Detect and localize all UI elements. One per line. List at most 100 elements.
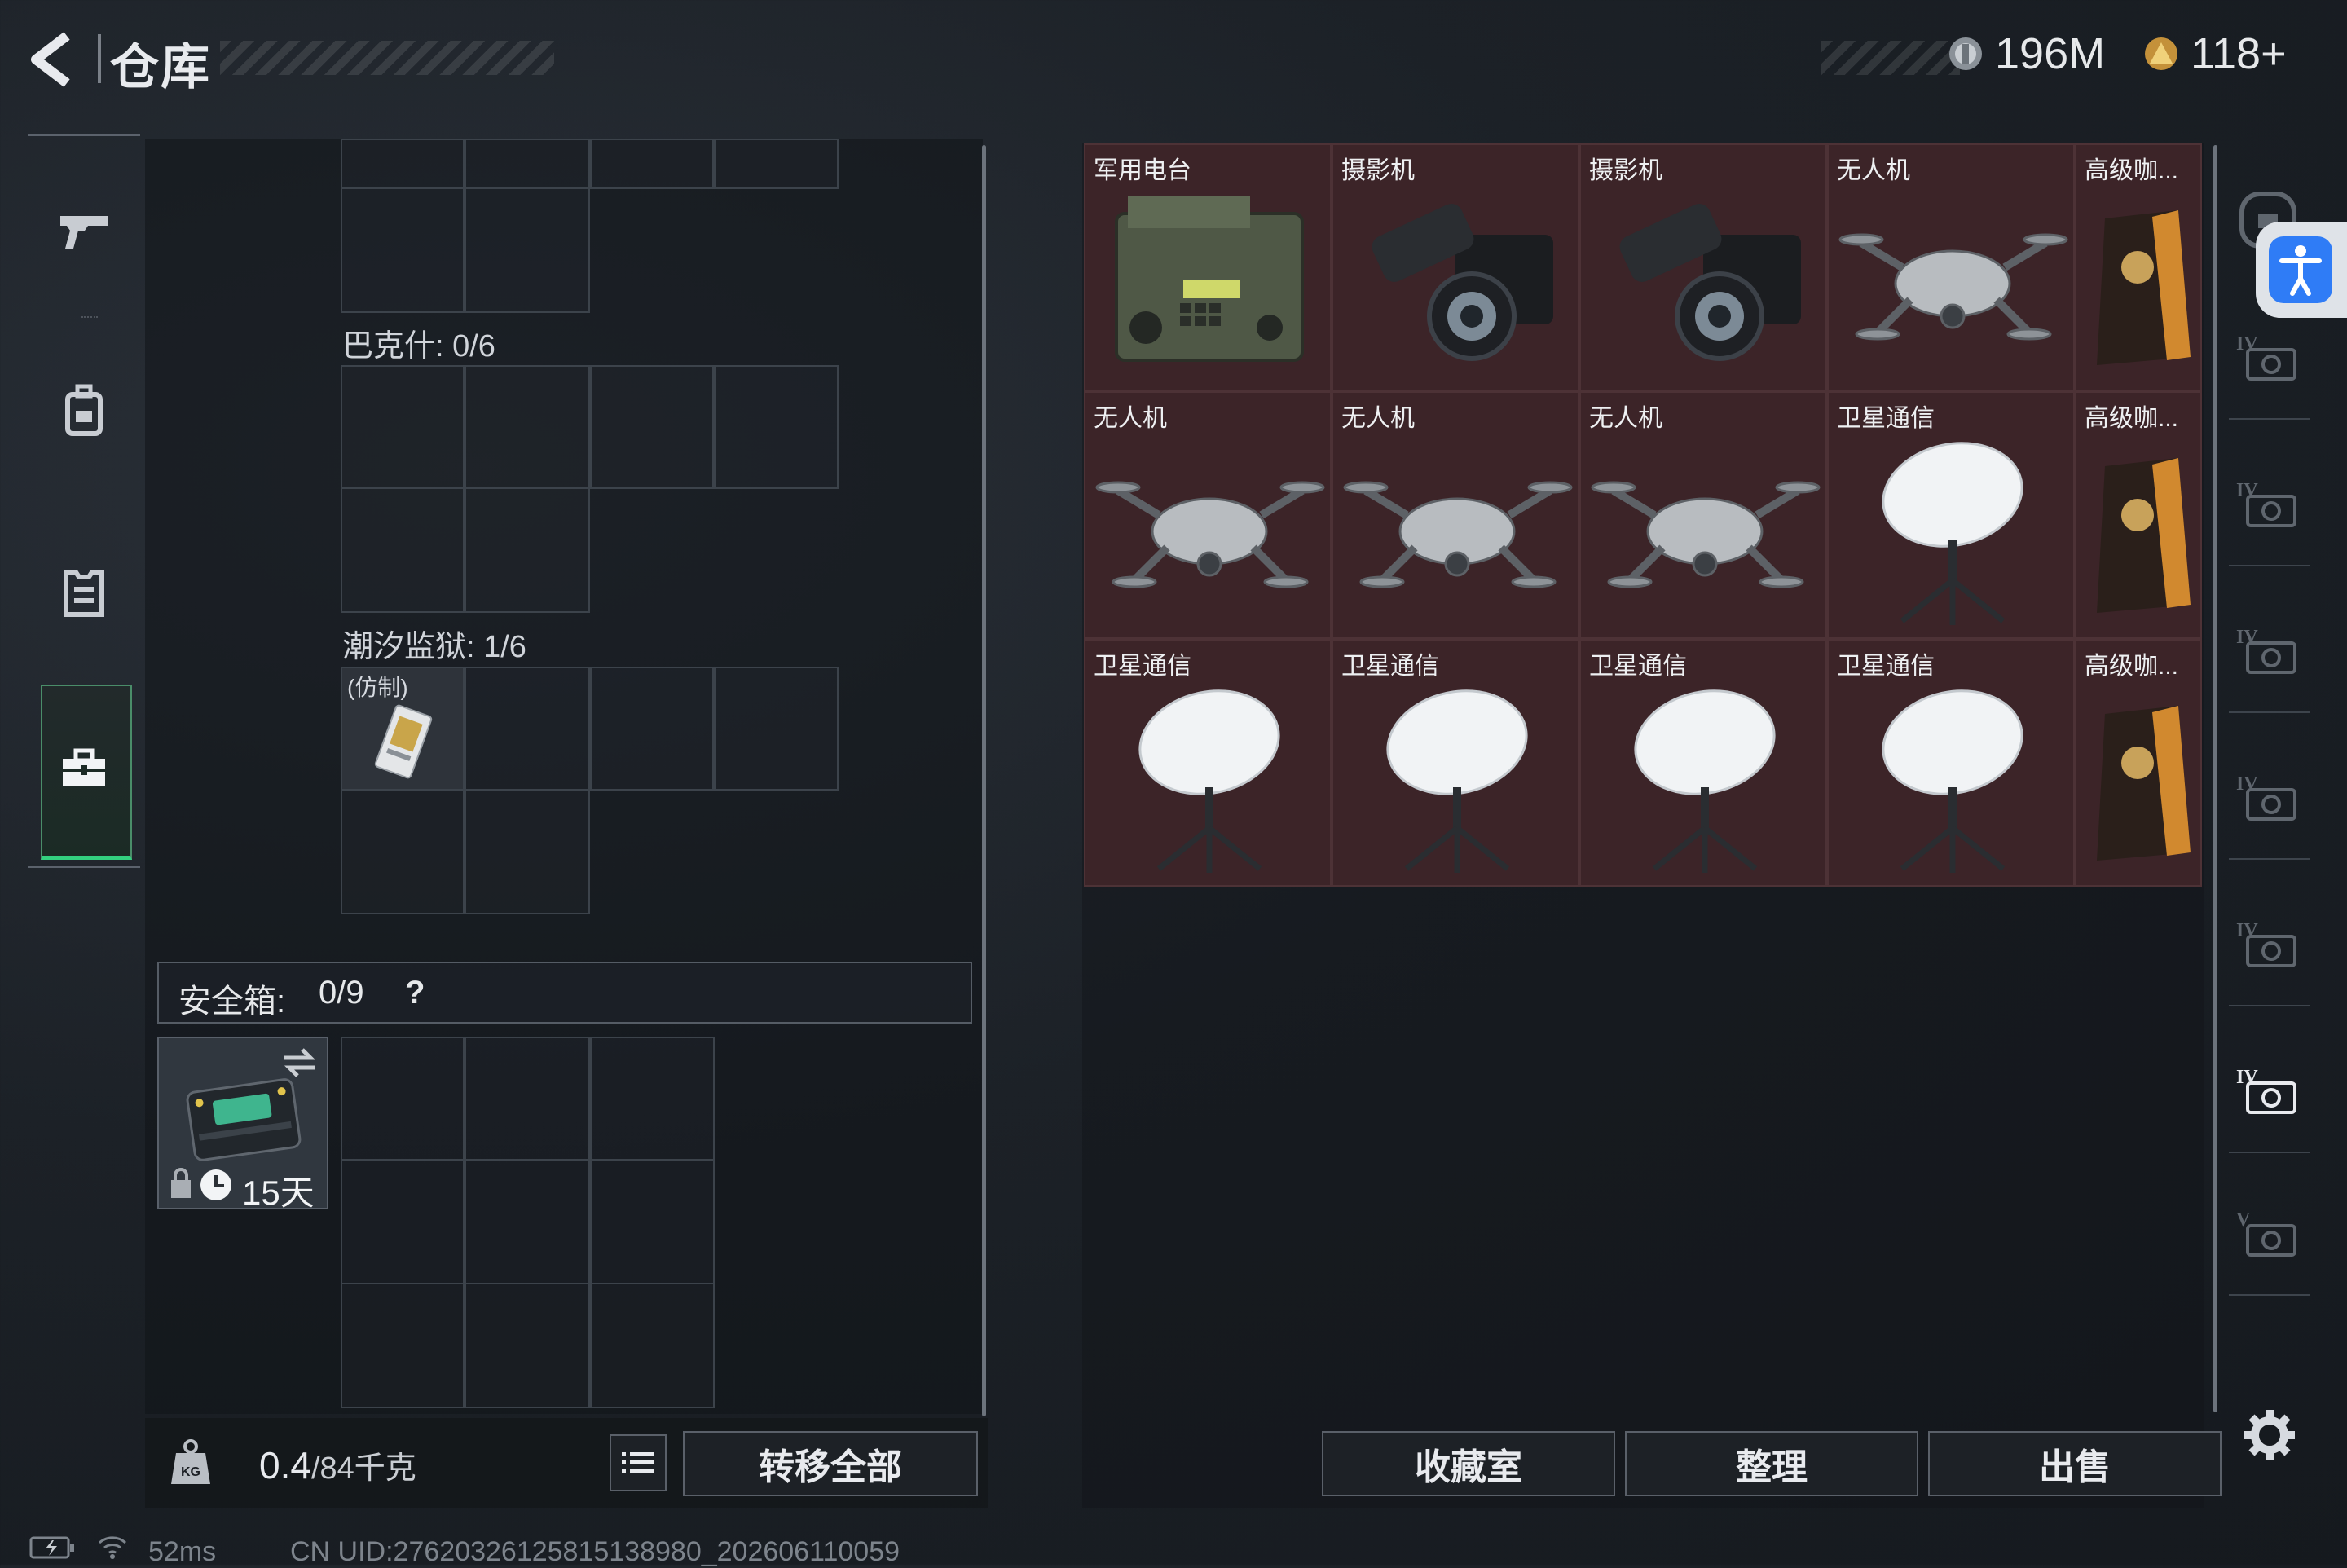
nav-weapon-tab[interactable] bbox=[49, 196, 119, 266]
grid-slot[interactable] bbox=[590, 139, 714, 189]
item-name: 高级咖... bbox=[2085, 653, 2179, 680]
title-hatch-decoration bbox=[220, 41, 554, 75]
left-scrollbar[interactable] bbox=[982, 145, 986, 1416]
item-name: 无人机 bbox=[1837, 157, 1910, 184]
item-name: 摄影机 bbox=[1589, 157, 1662, 184]
transfer-all-button[interactable]: 转移全部 bbox=[683, 1431, 978, 1496]
weight-value: 0.4 bbox=[259, 1444, 311, 1487]
list-view-button[interactable] bbox=[610, 1434, 667, 1491]
rack-icon: IV bbox=[2236, 627, 2296, 674]
side-tab-divider bbox=[2229, 1152, 2310, 1153]
item-name: 卫星通信 bbox=[1094, 653, 1191, 680]
item-name: 无人机 bbox=[1589, 405, 1662, 432]
grid-slot[interactable] bbox=[341, 187, 465, 313]
grid-slot[interactable] bbox=[714, 139, 839, 189]
item-name: 摄影机 bbox=[1341, 157, 1415, 184]
side-tab[interactable]: V bbox=[2233, 1206, 2303, 1263]
inventory-item[interactable]: 卫星通信 bbox=[1332, 639, 1579, 887]
rack-icon: IV bbox=[2236, 480, 2296, 527]
keycard-icon bbox=[374, 704, 433, 779]
safe-slot[interactable] bbox=[590, 1037, 715, 1161]
inventory-item[interactable]: 摄影机 bbox=[1579, 143, 1827, 391]
sell-button[interactable]: 出售 bbox=[1928, 1431, 2222, 1496]
svg-text:KG: KG bbox=[181, 1465, 200, 1479]
grid-slot[interactable] bbox=[714, 667, 839, 791]
right-scrollbar[interactable] bbox=[2213, 145, 2217, 1412]
gold-coin-icon bbox=[2145, 37, 2177, 70]
title-divider bbox=[98, 34, 101, 83]
grid-slot[interactable] bbox=[465, 139, 590, 189]
grid-slot[interactable] bbox=[590, 667, 714, 791]
nav-top-border bbox=[28, 134, 140, 136]
safe-timer: 15天 bbox=[242, 1174, 315, 1212]
safe-slot[interactable] bbox=[465, 1159, 590, 1284]
inventory-item[interactable]: 卫星通信 bbox=[1827, 391, 2075, 639]
grid-slot[interactable] bbox=[341, 365, 465, 489]
settings-gear-icon[interactable] bbox=[2243, 1408, 2296, 1462]
grid-slot[interactable] bbox=[465, 187, 590, 313]
gold-amount[interactable]: 118+ bbox=[2191, 29, 2287, 79]
storage-grid: 军用电台 摄影机 摄影机 无人机 高级咖... 无人机 无人机 无人机 卫星通信 高级咖... 卫星… bbox=[1084, 143, 2202, 890]
safe-box-item[interactable]: 15天 bbox=[157, 1037, 328, 1212]
nav-armor-tab[interactable] bbox=[49, 556, 119, 626]
grid-slot[interactable] bbox=[465, 667, 590, 791]
inventory-item[interactable]: 卫星通信 bbox=[1579, 639, 1827, 887]
inventory-item[interactable]: 无人机 bbox=[1084, 391, 1332, 639]
organize-button[interactable]: 整理 bbox=[1625, 1431, 1918, 1496]
inventory-item[interactable]: 卫星通信 bbox=[1827, 639, 2075, 887]
grid-slot[interactable] bbox=[465, 789, 590, 914]
weight-readout: 0.4/84千克 bbox=[259, 1442, 416, 1487]
collection-room-button[interactable]: 收藏室 bbox=[1322, 1431, 1615, 1496]
grid-slot[interactable] bbox=[341, 487, 465, 613]
side-tab-divider bbox=[2229, 858, 2310, 860]
item-name: 无人机 bbox=[1341, 405, 1415, 432]
safe-slot[interactable] bbox=[465, 1283, 590, 1408]
inventory-item[interactable]: 卫星通信 bbox=[1084, 639, 1332, 887]
safe-slot[interactable] bbox=[341, 1159, 465, 1284]
inventory-item[interactable]: 无人机 bbox=[1332, 391, 1579, 639]
safe-slot[interactable] bbox=[590, 1283, 715, 1408]
inventory-item[interactable]: 军用电台 bbox=[1084, 143, 1332, 391]
rack-icon: V bbox=[2236, 1209, 2296, 1257]
safe-slot[interactable] bbox=[465, 1037, 590, 1161]
inventory-item[interactable]: 无人机 bbox=[1827, 143, 2075, 391]
safe-slot[interactable] bbox=[341, 1283, 465, 1408]
accessibility-icon bbox=[2269, 236, 2332, 303]
weight-capacity: /84千克 bbox=[310, 1451, 416, 1486]
side-tab[interactable]: IV bbox=[2233, 477, 2303, 534]
side-tab-divider bbox=[2229, 565, 2310, 566]
nav-backpack-tab[interactable] bbox=[49, 375, 119, 445]
inventory-item[interactable]: 高级咖... bbox=[2075, 143, 2202, 391]
grid-slot[interactable] bbox=[341, 789, 465, 914]
safe-box-header: 安全箱: 0/9 ? bbox=[157, 962, 972, 1024]
side-tab[interactable]: IV bbox=[2233, 770, 2303, 827]
side-tab[interactable]: IV bbox=[2233, 1064, 2303, 1121]
accessibility-widget[interactable] bbox=[2256, 222, 2347, 318]
inventory-item[interactable]: 无人机 bbox=[1579, 391, 1827, 639]
safe-box-help-button[interactable]: ? bbox=[405, 975, 425, 1011]
side-tab[interactable]: IV bbox=[2233, 623, 2303, 680]
rack-icon: IV bbox=[2236, 920, 2296, 967]
inventory-item[interactable]: 高级咖... bbox=[2075, 391, 2202, 639]
item-name: 高级咖... bbox=[2085, 157, 2179, 184]
side-tab[interactable]: IV bbox=[2233, 917, 2303, 974]
grid-slot[interactable] bbox=[465, 365, 590, 489]
inventory-item[interactable]: 高级咖... bbox=[2075, 639, 2202, 887]
back-arrow-icon[interactable] bbox=[24, 31, 81, 88]
prison-item-slot[interactable]: (仿制) bbox=[341, 667, 465, 791]
rack-icon: IV bbox=[2236, 1067, 2296, 1114]
safe-box-label: 安全箱: bbox=[178, 984, 286, 1020]
grid-slot[interactable] bbox=[465, 487, 590, 613]
side-tab[interactable]: IV bbox=[2233, 330, 2303, 387]
grid-slot[interactable] bbox=[590, 365, 714, 489]
user-uid: CN UID:2762032612581513898​0_20260611005… bbox=[290, 1536, 900, 1567]
safe-slot[interactable] bbox=[590, 1159, 715, 1284]
safe-slot[interactable] bbox=[341, 1037, 465, 1161]
swap-icon[interactable] bbox=[281, 1046, 319, 1079]
silver-coin-icon bbox=[1949, 37, 1982, 70]
nav-toolbox-tab[interactable] bbox=[49, 733, 119, 804]
inventory-item[interactable]: 摄影机 bbox=[1332, 143, 1579, 391]
wifi-icon bbox=[99, 1536, 126, 1559]
grid-slot[interactable] bbox=[714, 365, 839, 489]
grid-slot[interactable] bbox=[341, 139, 465, 189]
